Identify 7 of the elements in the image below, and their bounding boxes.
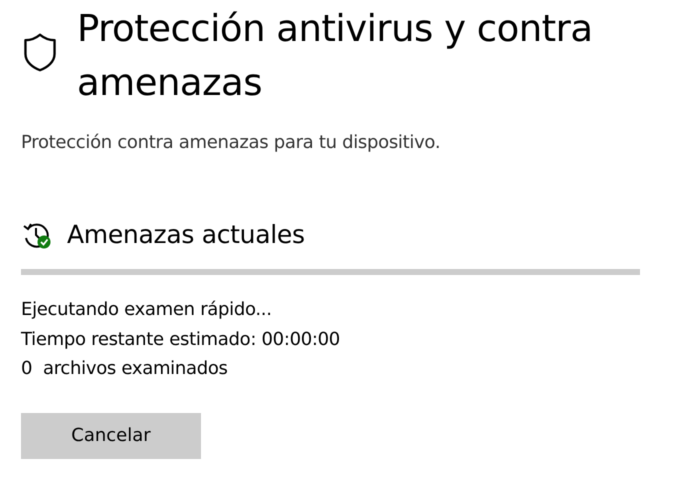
section-title: Amenazas actuales <box>67 219 305 251</box>
cancel-button[interactable]: Cancelar <box>21 412 201 458</box>
page-subtitle: Protección contra amenazas para tu dispositivo. <box>21 131 442 155</box>
status-text: Tiempo restante estimado: 00:00:00 <box>21 328 341 352</box>
page-title: Protección antivirus y contra amenazas <box>77 6 594 106</box>
status-text: 0 archivos examinados <box>21 357 229 381</box>
status-text: Ejecutando examen rápido... <box>21 298 273 322</box>
